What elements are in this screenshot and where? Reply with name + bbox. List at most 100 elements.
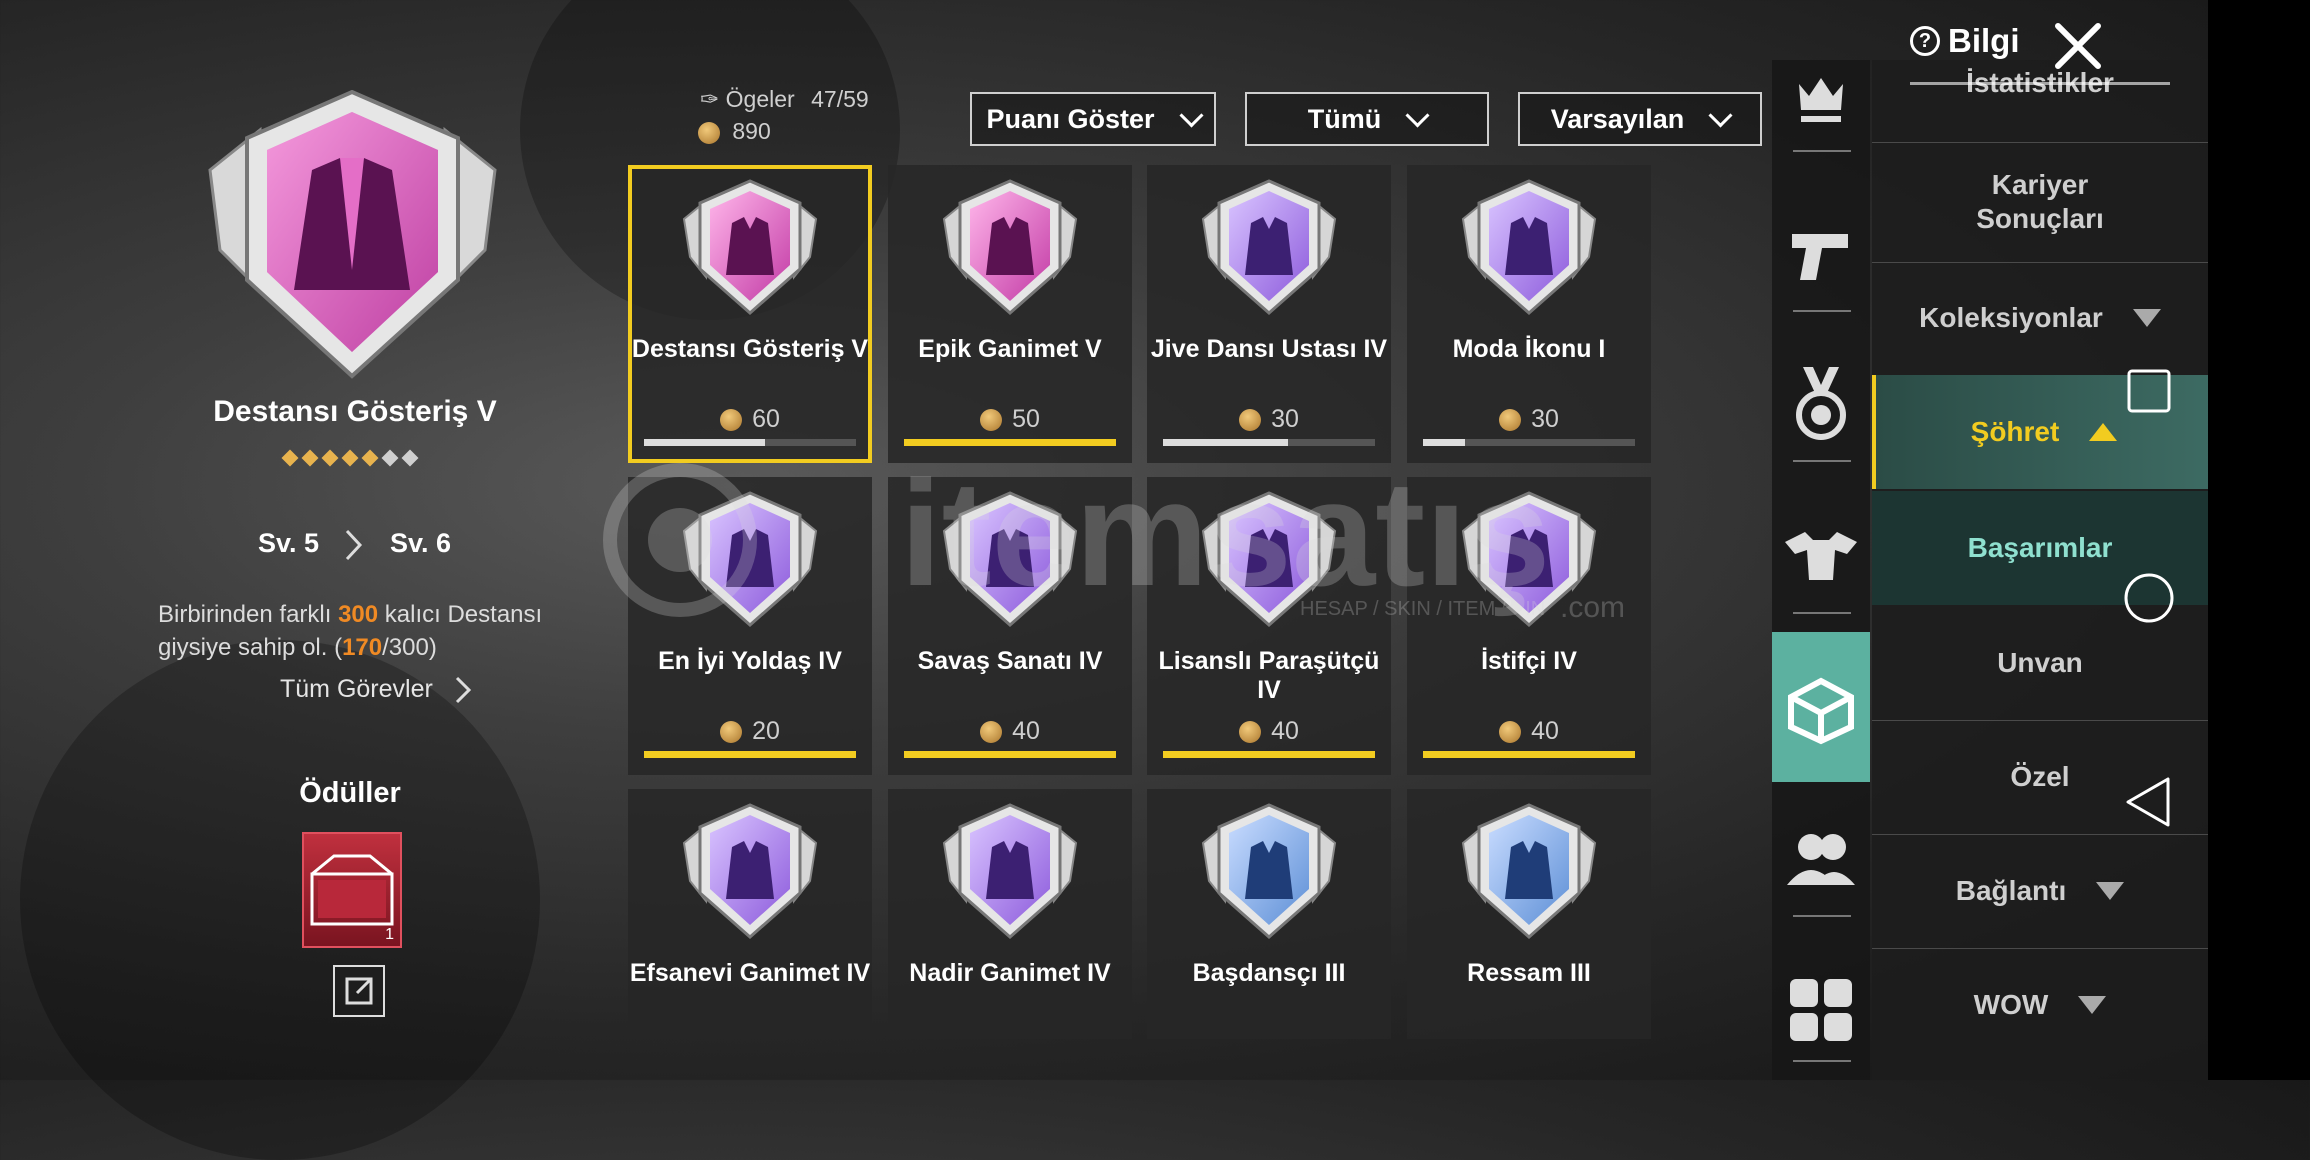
chevron-right-icon (455, 677, 471, 704)
points-value: 30 (1531, 405, 1559, 433)
android-nav-bar (2208, 0, 2310, 1080)
category-fitness[interactable] (1772, 485, 1870, 625)
star-icon (281, 449, 299, 467)
coin-icon (698, 121, 720, 144)
watermark-suffix: .com (1560, 591, 1625, 624)
card-title: Nadir Ganimet IV (909, 959, 1111, 987)
info-button[interactable]: ? Bilgi (1910, 22, 2020, 60)
card-points: 40 (888, 717, 1132, 746)
share-icon (345, 977, 373, 1005)
star-icon (401, 449, 419, 467)
card-title: Destansı Gösteriş V (631, 335, 869, 363)
level-to: Sv. 6 (390, 528, 452, 558)
points-value: 890 (732, 118, 771, 144)
coin-icon (1499, 408, 1522, 431)
dropdown-label: Varsayılan (1550, 103, 1685, 134)
home-icon[interactable] (2123, 572, 2175, 624)
menu-collections[interactable]: Koleksiyonlar (1872, 263, 2208, 373)
selected-badge-icon (208, 90, 497, 379)
achievement-card[interactable]: Epik Ganimet V 50 (888, 165, 1132, 463)
menu-label: Koleksiyonlar (1919, 302, 2103, 333)
menu-career-results[interactable]: Kariyer Sonuçları (1872, 143, 2208, 261)
achievement-card[interactable]: Nadir Ganimet IV (888, 789, 1132, 1039)
category-crown[interactable] (1772, 60, 1870, 140)
card-points: 30 (1147, 405, 1391, 434)
achievement-card[interactable]: Ressam III (1407, 789, 1651, 1039)
category-more[interactable] (1772, 940, 1870, 1080)
triangle-down-icon (2096, 882, 2125, 900)
star-icon (361, 449, 379, 467)
category-medals[interactable] (1772, 333, 1870, 473)
menu-connection[interactable]: Bağlantı (1872, 835, 2208, 947)
close-icon[interactable] (2050, 18, 2106, 74)
progress-bar (1163, 751, 1375, 758)
coin-icon (1499, 720, 1522, 743)
progress-fill (904, 439, 1116, 446)
info-label: Bilgi (1948, 22, 2020, 59)
task-description: Birbirinden farklı 300 kalıcı Destansı g… (158, 598, 578, 664)
divider (1793, 310, 1851, 312)
share-button[interactable] (333, 965, 385, 1017)
divider (1793, 460, 1851, 462)
card-title: Epik Ganimet V (918, 335, 1102, 363)
progress-fill (1163, 751, 1375, 758)
coin-icon (720, 408, 743, 431)
filter-dropdown[interactable]: Tümü (1245, 92, 1489, 146)
category-weapons[interactable] (1772, 185, 1870, 325)
achievement-card[interactable]: Destansı Gösteriş V 60 (628, 165, 872, 463)
progress-fill (644, 439, 765, 446)
progress-bar (1163, 439, 1375, 446)
achievement-card[interactable]: Jive Dansı Ustası IV 30 (1147, 165, 1391, 463)
progress-fill (1423, 751, 1635, 758)
category-collections[interactable] (1772, 632, 1870, 782)
points-value: 60 (752, 405, 780, 433)
category-friends[interactable] (1772, 790, 1870, 930)
card-points: 40 (1147, 717, 1391, 746)
achievement-card[interactable]: Efsanevi Ganimet IV (628, 789, 872, 1039)
header-underline (1910, 82, 2170, 85)
crown-icon (1799, 78, 1843, 122)
dropdown-label: Tümü (1307, 103, 1382, 134)
menu-statistics[interactable]: İstatistikler (1872, 62, 2208, 100)
coin-icon (720, 720, 743, 743)
coin-icon (980, 408, 1003, 431)
card-points: 40 (1407, 717, 1651, 746)
points-value: 40 (1531, 717, 1559, 745)
item-icon: ✑ (700, 86, 720, 112)
progress-bar (644, 751, 856, 758)
all-tasks-link[interactable]: Tüm Görevler (280, 675, 472, 705)
rewards-title: Ödüller (299, 777, 401, 809)
watermark-tagline: HESAP / SKIN / ITEM / PIN (1300, 598, 1545, 620)
back-icon[interactable] (2124, 776, 2172, 828)
card-points: 20 (628, 717, 872, 746)
items-value: 47/59 (811, 86, 869, 112)
card-title: Moda İkonu I (1452, 335, 1606, 363)
recent-apps-icon[interactable] (2126, 368, 2172, 414)
card-points: 50 (888, 405, 1132, 434)
desc-highlight: 300 (338, 601, 379, 628)
pistol-icon (1792, 234, 1848, 280)
sort-dropdown[interactable]: Varsayılan (1518, 92, 1762, 146)
coat-icon (942, 179, 1078, 315)
desc-text: giysiye sahip ol. ( (158, 634, 343, 661)
chevron-down-icon (1708, 102, 1733, 128)
reward-item[interactable]: 1 (302, 832, 402, 948)
question-icon: ? (1910, 26, 1940, 56)
desc-total: /300) (382, 634, 437, 661)
coin-icon (1239, 720, 1262, 743)
achievement-card[interactable]: Başdansçı III (1147, 789, 1391, 1039)
divider (1793, 1060, 1851, 1062)
menu-wow[interactable]: WOW (1872, 949, 2208, 1061)
progress-bar (1423, 751, 1635, 758)
muscle-icon (1785, 532, 1857, 580)
progress-bar (904, 751, 1116, 758)
watermark: itemsatış HESAP / SKIN / ITEM / PIN .com (603, 455, 1625, 624)
show-points-dropdown[interactable]: Puanı Göster (970, 92, 1216, 146)
reward-count: 1 (385, 926, 394, 943)
medal-icon (1796, 367, 1846, 440)
star-rating (280, 448, 420, 468)
achievement-card[interactable]: Moda İkonu I 30 (1407, 165, 1651, 463)
divider (1793, 150, 1851, 152)
triangle-down-icon (2078, 996, 2107, 1014)
chevron-down-icon (1405, 102, 1430, 128)
